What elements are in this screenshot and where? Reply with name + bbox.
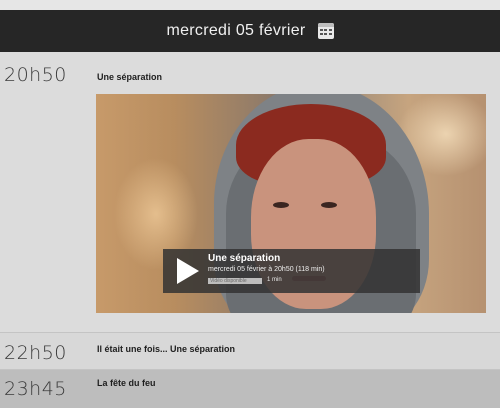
broadcast-time: 20h50 bbox=[4, 64, 67, 86]
program-title[interactable]: Une séparation bbox=[97, 72, 162, 82]
header-date: mercredi 05 février bbox=[166, 22, 306, 39]
overlay-subtitle: mercredi 05 février à 20h50 (118 min) bbox=[208, 266, 325, 273]
video-preview[interactable]: Une séparation mercredi 05 février à 20h… bbox=[96, 94, 486, 313]
video-info-overlay[interactable]: Une séparation mercredi 05 février à 20h… bbox=[163, 249, 420, 293]
schedule-header: mercredi 05 février bbox=[0, 10, 500, 52]
schedule-row[interactable]: 22h50 Il était une fois... Une séparatio… bbox=[0, 333, 500, 369]
calendar-icon[interactable] bbox=[317, 23, 334, 39]
top-strip bbox=[0, 0, 500, 10]
program-title[interactable]: La fête du feu bbox=[97, 378, 156, 388]
availability-label: Vidéo disponible bbox=[210, 278, 247, 284]
schedule-row[interactable]: 23h45 La fête du feu bbox=[0, 370, 500, 408]
play-icon[interactable] bbox=[177, 258, 199, 284]
overlay-title: Une séparation bbox=[208, 253, 281, 264]
duration-label: 1 min bbox=[267, 277, 282, 283]
broadcast-time: 23h45 bbox=[4, 378, 67, 400]
right-eye bbox=[321, 202, 337, 208]
broadcast-time: 22h50 bbox=[4, 342, 67, 364]
program-title[interactable]: Il était une fois... Une séparation bbox=[97, 344, 235, 354]
left-eye bbox=[273, 202, 289, 208]
availability-bar: Vidéo disponible bbox=[208, 278, 262, 284]
